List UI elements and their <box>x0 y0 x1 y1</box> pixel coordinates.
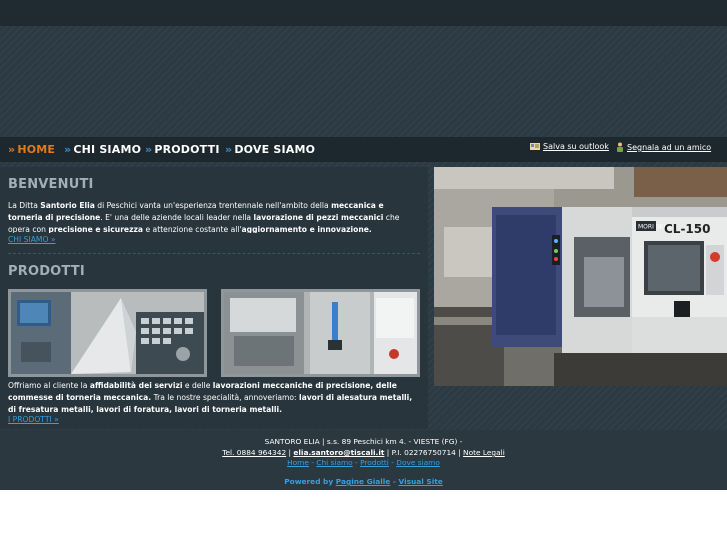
tell-friend-label: Segnala ad un amico <box>627 143 712 152</box>
legal-notes-link[interactable]: Note Legali <box>463 448 505 457</box>
products-text: Offriamo al cliente la affidabilità dei … <box>8 381 413 413</box>
welcome-title: BENVENUTI <box>8 177 94 192</box>
section-divider <box>8 253 420 254</box>
footer-link-dove-siamo[interactable]: Dove siamo <box>396 458 440 467</box>
nav-label: PRODOTTI <box>154 143 220 156</box>
cnc-lathe-image: MORI SEIKI CL-150 <box>434 167 727 386</box>
nav-item-chi-siamo[interactable]: » CHI SIAMO <box>64 143 141 156</box>
footer-contacts: Tel. 0884 964342 | elia.santoro@tiscali.… <box>222 448 505 457</box>
product-thumbnail-1[interactable] <box>8 289 207 377</box>
workshop-photo: MORI SEIKI CL-150 <box>434 167 727 386</box>
save-outlook-label: Salva su outlook <box>543 142 609 151</box>
tell-friend-link[interactable]: Segnala ad un amico <box>616 142 711 152</box>
cnc-panel-image <box>11 292 204 374</box>
nav-arrow-icon: » <box>64 143 72 156</box>
page: » HOME » CHI SIAMO » PRODOTTI » DOVE SIAMO S… <box>0 0 727 545</box>
machine-label: CL-150 <box>664 222 710 236</box>
nav-label: HOME <box>17 143 56 156</box>
nav-label: DOVE SIAMO <box>234 143 316 156</box>
main-nav: » HOME » CHI SIAMO » PRODOTTI » DOVE SIAMO S… <box>0 137 727 162</box>
visual-site-link[interactable]: Visual Site <box>399 477 443 486</box>
machine-interior-image <box>224 292 417 374</box>
product-thumbnail-2[interactable] <box>221 289 420 377</box>
prodotti-link[interactable]: I PRODOTTI » <box>8 415 59 424</box>
welcome-text: La Ditta Santorio Elia di Peschici vanta… <box>8 201 400 233</box>
top-bar <box>0 0 727 26</box>
header-banner <box>0 26 727 137</box>
nav-item-prodotti[interactable]: » PRODOTTI <box>145 143 220 156</box>
nav-arrow-icon: » <box>225 143 233 156</box>
nav-label: CHI SIAMO <box>73 143 142 156</box>
products-title: PRODOTTI <box>8 264 85 279</box>
save-outlook-link[interactable]: Salva su outlook <box>530 142 609 151</box>
email-link[interactable]: elia.santoro@tiscali.it <box>293 448 384 457</box>
nav-arrow-icon: » <box>145 143 153 156</box>
content-panel: BENVENUTI La Ditta Santorio Elia di Pesc… <box>0 167 428 429</box>
footer-powered-by: Powered by Pagine Gialle - Visual Site <box>284 477 443 486</box>
pagine-gialle-link[interactable]: Pagine Gialle <box>336 477 391 486</box>
footer-address: SANTORO ELIA | s.s. 89 Peschici km 4. - … <box>264 437 463 446</box>
footer-link-prodotti[interactable]: Prodotti <box>360 458 389 467</box>
nav-item-dove-siamo[interactable]: » DOVE SIAMO <box>225 143 315 156</box>
phone-link[interactable]: Tel. 0884 964342 <box>222 448 286 457</box>
footer-link-home[interactable]: Home <box>287 458 309 467</box>
nav-item-home[interactable]: » HOME <box>8 143 55 156</box>
outlook-card-icon <box>530 143 540 150</box>
footer-nav: Home - Chi siamo - Prodotti - Dove siamo <box>287 458 440 467</box>
chi-siamo-link[interactable]: CHI SIAMO » <box>8 235 56 244</box>
footer-link-chi-siamo[interactable]: Chi siamo <box>316 458 352 467</box>
person-icon <box>616 142 624 152</box>
footer: SANTORO ELIA | s.s. 89 Peschici km 4. - … <box>0 430 727 490</box>
nav-arrow-icon: » <box>8 143 16 156</box>
